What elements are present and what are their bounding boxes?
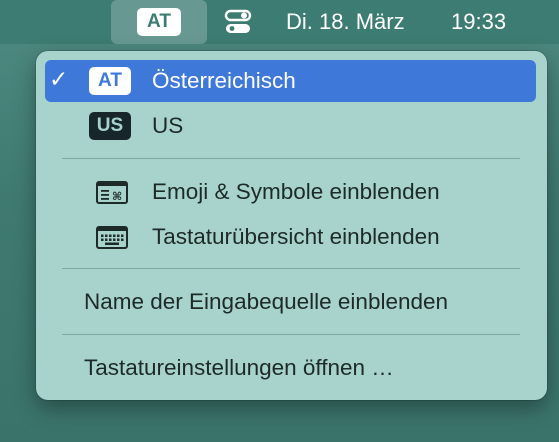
menu-item-label: Name der Eingabequelle einblenden [84, 289, 449, 314]
input-source-badge-us: US [89, 112, 131, 140]
menu-item-label: Tastatureinstellungen öffnen … [84, 355, 394, 380]
keyboard-icon [96, 226, 128, 249]
menu-separator [62, 268, 520, 269]
menu-item-label: Tastaturübersicht einblenden [152, 224, 440, 249]
menu-item-show-input-source-name[interactable]: Name der Eingabequelle einblenden [45, 281, 536, 323]
input-source-menu-button[interactable]: AT [111, 0, 207, 44]
menu-item-keyboard-viewer[interactable]: Tastaturübersicht einblenden [45, 216, 536, 258]
menu-separator [62, 158, 520, 159]
svg-text:⌘: ⌘ [112, 190, 122, 203]
input-source-menu: ✓ AT Österreichisch US US ⌘ Emoji & Symb… [36, 51, 547, 400]
menubar-clock[interactable]: 19:33 [451, 0, 506, 44]
menu-item-label: Österreichisch [152, 68, 296, 93]
input-source-badge-at: AT [89, 67, 131, 95]
control-center-button[interactable] [218, 0, 258, 44]
input-source-badge: AT [137, 8, 181, 36]
menu-bar: AT Di. 18. März 19:33 [0, 0, 559, 44]
menu-item-label: Emoji & Symbole einblenden [152, 179, 440, 204]
menu-item-austrian[interactable]: ✓ AT Österreichisch [45, 60, 536, 102]
control-center-icon [224, 9, 252, 33]
menubar-date[interactable]: Di. 18. März [286, 0, 405, 44]
menu-item-us[interactable]: US US [45, 105, 536, 147]
menu-item-keyboard-settings[interactable]: Tastatureinstellungen öffnen … [45, 347, 536, 389]
menu-item-emoji-symbols[interactable]: ⌘ Emoji & Symbole einblenden [45, 171, 536, 213]
menu-separator [62, 334, 520, 335]
menu-item-label: US [152, 113, 184, 138]
checkmark-icon: ✓ [49, 66, 69, 92]
emoji-viewer-icon: ⌘ [96, 181, 128, 204]
